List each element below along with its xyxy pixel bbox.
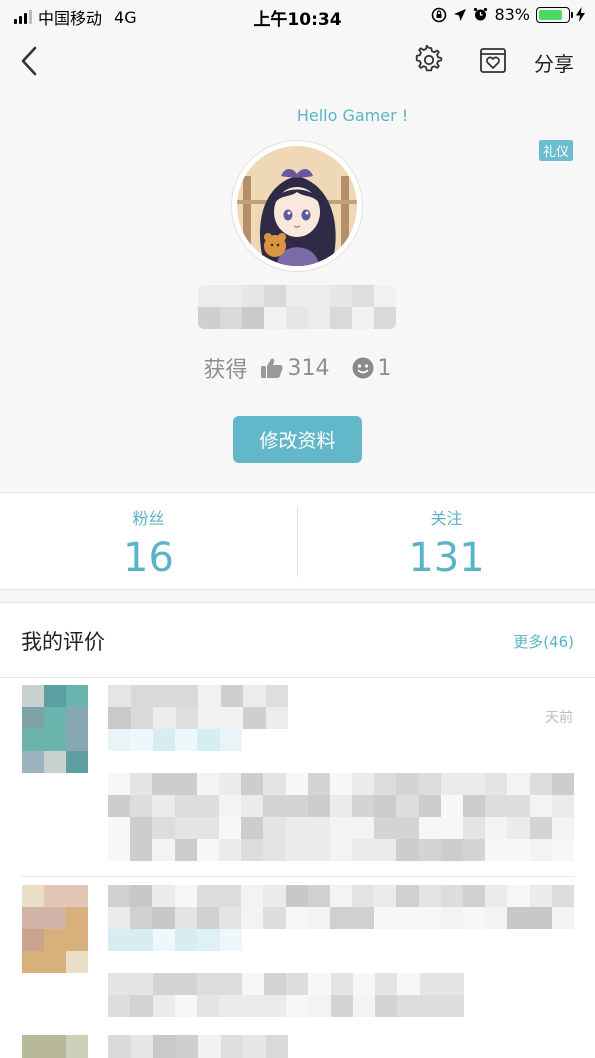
following-stat[interactable]: 关注 131: [298, 493, 595, 589]
fans-stat[interactable]: 粉丝 16: [0, 493, 297, 589]
more-reviews-link[interactable]: 更多(46): [513, 631, 574, 652]
review-title-redacted: [108, 685, 288, 729]
review-item[interactable]: 天前: [0, 683, 595, 883]
likes-stat: 314: [260, 356, 330, 381]
location-icon: [454, 8, 467, 21]
game-icon-redacted: [22, 885, 88, 973]
edit-profile-button[interactable]: 修改资料: [233, 416, 362, 463]
earned-label: 获得: [203, 358, 248, 383]
fans-label: 粉丝: [132, 509, 165, 528]
charging-icon: [576, 7, 585, 22]
review-body-redacted: [108, 773, 574, 861]
avatar-illustration: [237, 146, 357, 266]
battery-icon: [536, 6, 573, 23]
review-time: 天前: [545, 710, 573, 726]
review-tag-redacted: [108, 929, 242, 951]
follow-stats: 粉丝 16 关注 131: [0, 492, 595, 590]
smiles-count: 1: [377, 355, 392, 381]
likes-count: 314: [287, 355, 330, 381]
reviews-title: 我的评价: [21, 630, 105, 654]
share-button[interactable]: 分享: [534, 48, 574, 77]
divider: [0, 677, 595, 678]
thumbs-up-icon: [260, 358, 283, 378]
smiley-icon: [352, 357, 373, 379]
etiquette-badge[interactable]: 礼仪: [539, 140, 574, 161]
review-title-redacted: [108, 1035, 288, 1058]
alarm-icon: [474, 7, 488, 21]
review-body-redacted: [108, 973, 464, 1017]
back-icon[interactable]: [16, 45, 44, 77]
review-title-redacted: [108, 885, 574, 929]
rotation-lock-icon: [432, 7, 447, 22]
battery-percent: 83%: [494, 5, 530, 24]
smiles-stat: 1: [352, 356, 392, 381]
greeting-text: Hello Gamer !: [296, 106, 409, 125]
username-redacted: [198, 285, 396, 329]
nav-bar: 分享: [0, 30, 595, 90]
review-item[interactable]: [0, 883, 595, 1058]
earned-stats: 获得 314 1: [0, 352, 595, 384]
avatar[interactable]: [232, 141, 362, 271]
game-icon-redacted: [22, 685, 88, 773]
review-tag-redacted: [108, 729, 242, 751]
following-count: 131: [408, 535, 485, 581]
gear-icon[interactable]: [414, 44, 444, 76]
my-reviews-section: 我的评价 更多(46) 天前: [0, 602, 595, 1058]
favorites-box-icon[interactable]: [478, 44, 508, 76]
fans-count: 16: [123, 535, 174, 581]
game-icon-redacted: [22, 1035, 88, 1058]
following-label: 关注: [430, 509, 463, 528]
status-bar: 中国移动 4G 上午10:34 83%: [0, 0, 595, 30]
divider: [21, 876, 574, 877]
